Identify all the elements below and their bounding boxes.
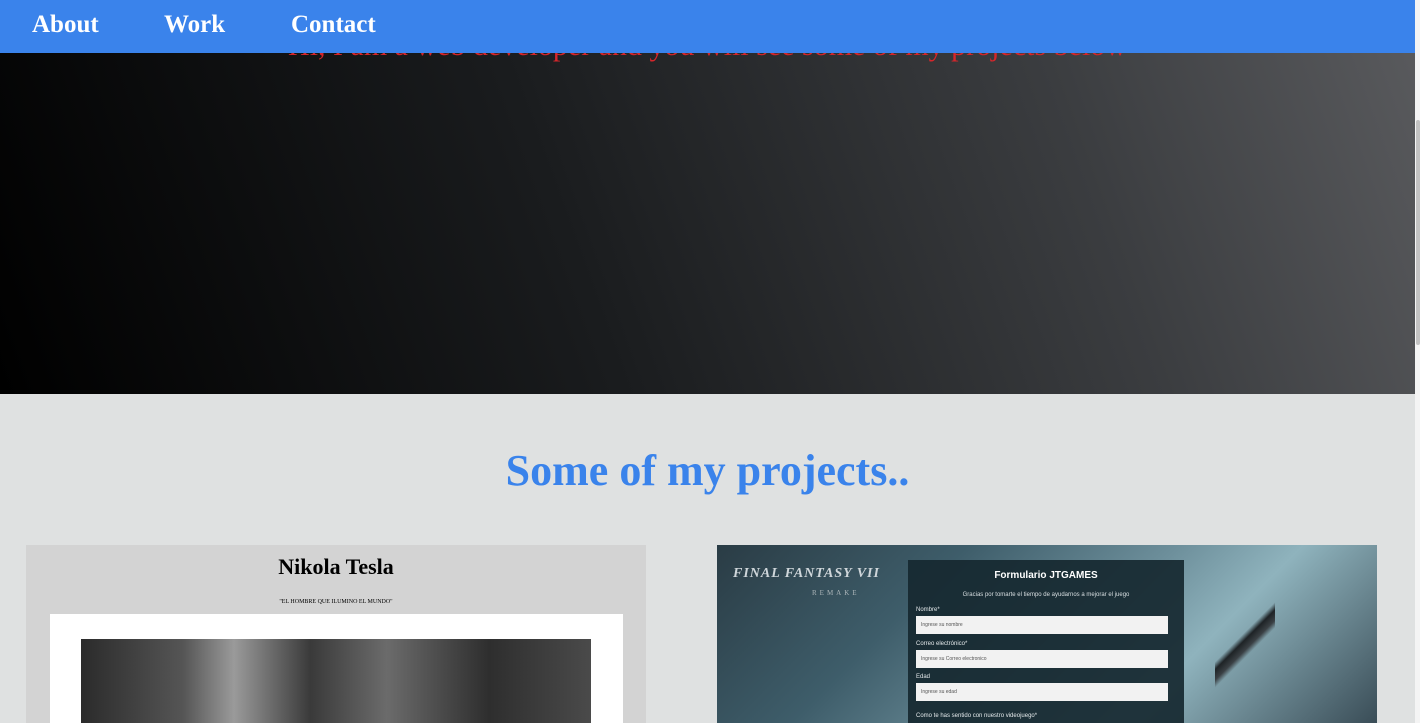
scrollbar-thumb[interactable] — [1416, 120, 1420, 345]
nav-link-contact[interactable]: Contact — [291, 10, 376, 40]
tesla-card-title: Nikola Tesla — [278, 554, 394, 579]
nav-link-about[interactable]: About — [32, 10, 99, 40]
ff-logo-subtext: REMAKE — [812, 589, 860, 597]
ff-label-email: Correo electrónico* — [916, 641, 968, 647]
navbar: About Work Contact — [0, 0, 1415, 53]
ff-label-age: Edad — [916, 674, 931, 680]
hero-section: Hi, I am a web developer and you will se… — [0, 0, 1415, 394]
projects-heading: Some of my projects.. — [505, 446, 910, 495]
ff-sword-graphic — [1215, 545, 1275, 723]
page: Hi, I am a web developer and you will se… — [0, 0, 1420, 723]
tesla-photo — [81, 639, 591, 723]
tesla-card-quote: "EL HOMBRE QUE ILUMINO EL MUNDO" — [279, 599, 393, 605]
ff-form-title: Formulario JTGAMES — [994, 570, 1098, 581]
nav-link-work[interactable]: Work — [164, 10, 225, 40]
ff-input-name: Ingrese su nombre — [916, 616, 1168, 634]
ff-form-subtitle: Gracias por tomarte el tiempo de ayudarn… — [962, 592, 1130, 598]
ff-label-name: Nombre* — [916, 607, 940, 613]
ff-input-age: Ingrese su edad — [916, 683, 1168, 701]
ff-label-feedback: Como te has sentido con nuestro videojue… — [916, 713, 1038, 719]
ff-input-email: Ingrese su Correo electronico — [916, 650, 1168, 668]
page-scrollbar[interactable] — [1415, 0, 1420, 723]
ff-logo-text: FINAL FANTASY VII — [733, 566, 880, 581]
